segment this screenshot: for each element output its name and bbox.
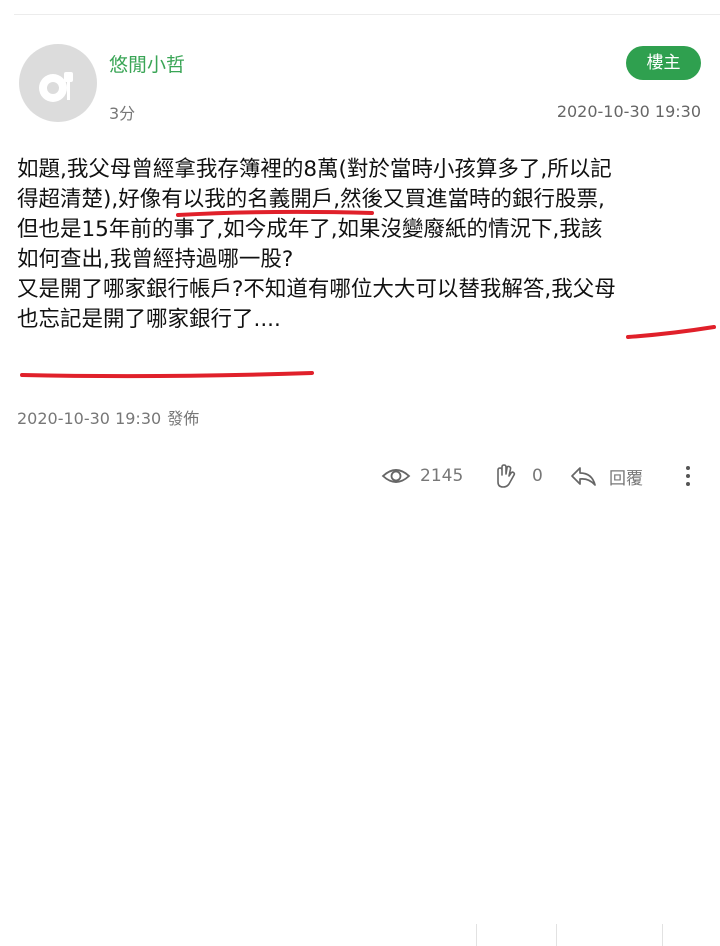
avatar-icon (39, 72, 73, 102)
more-icon[interactable] (682, 464, 694, 488)
reply-label: 回覆 (609, 468, 643, 489)
reply-button[interactable]: 回覆 (569, 459, 643, 493)
content-line: 也忘記是開了哪家銀行了.... (17, 307, 281, 332)
content-line: 又是開了哪家銀行帳戶?不知道有哪位大大可以替我解答,我父母 (17, 277, 616, 302)
relative-time: 3分 (109, 104, 136, 123)
published-label: 發佈 (167, 409, 200, 428)
action-divider (556, 924, 557, 946)
reply-icon (571, 467, 596, 486)
views-stat: 2145 (381, 459, 463, 493)
avatar[interactable] (19, 44, 97, 122)
clap-icon (497, 464, 516, 488)
content-line: 如何查出,我曾經持過哪一股? (17, 247, 294, 272)
views-count: 2145 (420, 466, 464, 486)
action-divider (476, 924, 477, 946)
action-divider (662, 924, 663, 946)
content-line: 得超清楚),好像有以我的名義開戶,然後又買進當時的銀行股票, (17, 187, 605, 212)
post-date: 2020-10-30 19:30 (556, 102, 701, 121)
op-badge: 樓主 (626, 46, 701, 80)
eye-icon (381, 469, 411, 483)
published-time: 2020-10-30 19:30 (17, 409, 162, 428)
like-count: 0 (532, 466, 543, 486)
underline-mark (20, 371, 314, 379)
top-divider (14, 0, 720, 15)
content-line: 如題,我父母曾經拿我存簿裡的8萬(對於當時小孩算多了,所以記 (17, 157, 612, 182)
author-name[interactable]: 悠閒小哲 (109, 50, 185, 77)
like-button[interactable]: 0 (492, 459, 543, 493)
post-content: 如題,我父母曾經拿我存簿裡的8萬(對於當時小孩算多了,所以記 得超清楚),好像有… (17, 155, 707, 335)
content-line: 但也是15年前的事了,如今成年了,如果沒變廢紙的情況下,我該 (17, 217, 603, 242)
published-info: 2020-10-30 19:30 發佈 (17, 405, 199, 429)
action-bar: 2145 0 回覆 (0, 459, 720, 946)
